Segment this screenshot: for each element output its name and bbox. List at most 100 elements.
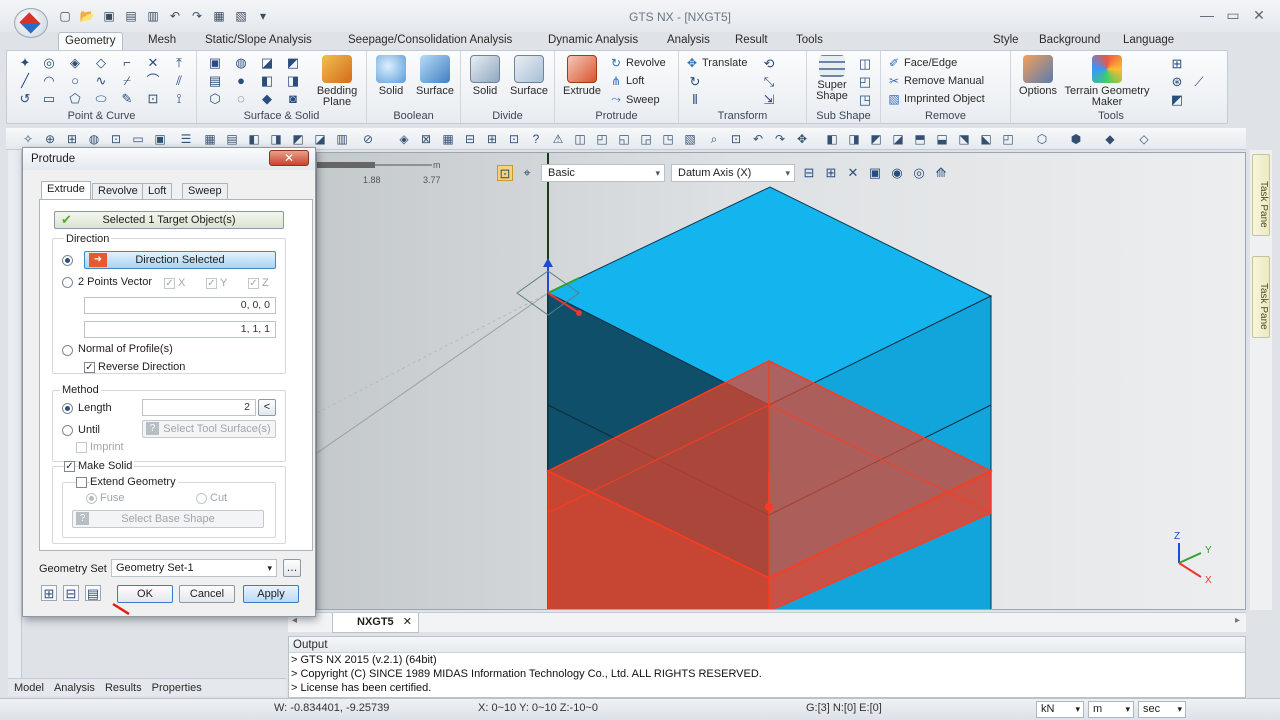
menu-language[interactable]: Language (1123, 34, 1174, 46)
display-cube-icon[interactable]: ⬡ (1034, 131, 1050, 147)
tab-mesh[interactable]: Mesh (142, 32, 182, 50)
menu-style[interactable]: Style (993, 34, 1019, 46)
tab-seepage-consolidation[interactable]: Seepage/Consolidation Analysis (342, 32, 518, 50)
tb-icon-8[interactable]: ☰ (178, 131, 194, 147)
make-solid-checkbox[interactable]: ✓ (64, 461, 75, 472)
tab-scroll-right-icon[interactable]: ▸ (1235, 615, 1240, 626)
extend-icon[interactable]: ⤒ (171, 55, 187, 71)
tab-properties[interactable]: Properties (152, 679, 202, 696)
zoom-window-icon[interactable]: ⊡ (728, 131, 744, 147)
intersect-icon[interactable]: ✕ (145, 55, 161, 71)
imprint-checkbox[interactable] (76, 442, 87, 453)
mirror-icon[interactable]: ↻ (687, 74, 703, 90)
until-radio[interactable] (62, 425, 73, 436)
help-icon[interactable]: ? (528, 131, 544, 147)
arc-icon[interactable]: ◠ (41, 73, 57, 89)
maximize-button[interactable]: ▭ (1222, 6, 1244, 24)
import-icon[interactable]: ▥ (144, 8, 162, 24)
qat-dropdown-icon[interactable]: ▾ (254, 8, 272, 24)
extrude-button[interactable]: Extrude (559, 55, 605, 97)
spline-icon[interactable]: ∿ (93, 73, 109, 89)
cut-radio[interactable] (196, 493, 207, 504)
line-icon[interactable]: ╱ (17, 73, 33, 89)
display-mode-icon[interactable]: ⬢ (1068, 131, 1084, 147)
length-input[interactable]: 2 (142, 399, 256, 416)
vp-icon-2[interactable]: ⊞ (823, 165, 839, 181)
ellipse-icon[interactable]: ⬭ (93, 91, 109, 107)
view-iso3-icon[interactable]: ◰ (1000, 131, 1016, 147)
vector-point-1-input[interactable]: 0, 0, 0 (84, 297, 276, 314)
view-iso2-icon[interactable]: ⬕ (978, 131, 994, 147)
divide-solid-button[interactable]: Solid (465, 55, 505, 97)
tools-icon-1[interactable]: ⊞ (1169, 56, 1185, 72)
bedding-plane-button[interactable]: Bedding Plane (311, 55, 363, 108)
imprinted-object-button[interactable]: ▧ Imprinted Object (887, 92, 984, 106)
cone-icon[interactable]: ▤ (207, 73, 223, 89)
tb-icon-4[interactable]: ◍ (86, 131, 102, 147)
view-bottom-icon[interactable]: ⬓ (934, 131, 950, 147)
sketch-icon[interactable]: ✎ (119, 91, 135, 107)
rectangle-icon[interactable]: ▭ (41, 91, 57, 107)
vp-icon-1[interactable]: ⊟ (801, 165, 817, 181)
polyline-icon[interactable]: ◈ (67, 55, 83, 71)
sub-shape-icon[interactable]: ◫ (857, 56, 873, 72)
vector-point-2-input[interactable]: 1, 1, 1 (84, 321, 276, 338)
boolean-solid-button[interactable]: Solid (371, 55, 411, 97)
geometry-set-more-button[interactable]: … (283, 559, 301, 577)
loft-button[interactable]: ⋔ Loft (609, 74, 644, 88)
direction-radio[interactable] (62, 255, 73, 266)
unit-force-select[interactable]: kN (1036, 701, 1084, 718)
qat-btn2-icon[interactable]: ▧ (232, 8, 250, 24)
tab-geometry[interactable]: Geometry (58, 32, 123, 52)
scale-icon[interactable]: ⤡ (761, 74, 777, 90)
face-edge-button[interactable]: ✐ Face/Edge (887, 56, 957, 70)
select-icon[interactable]: ✧ (20, 131, 36, 147)
sub-shape2-icon[interactable]: ◰ (857, 74, 873, 90)
dialog-tab-loft[interactable]: Loft (142, 183, 173, 199)
plane-icon[interactable]: ◪ (259, 55, 275, 71)
tab-result[interactable]: Result (729, 32, 774, 50)
tab-dynamic-analysis[interactable]: Dynamic Analysis (542, 32, 644, 50)
diamond-icon[interactable]: ◇ (93, 55, 109, 71)
minimize-button[interactable]: — (1196, 6, 1218, 24)
dialog-tool-icon-3[interactable]: ▤ (85, 585, 101, 601)
direction-selected-button[interactable]: ➜ Direction Selected (84, 251, 276, 269)
display-wire-icon[interactable]: ◇ (1136, 131, 1152, 147)
new-file-icon[interactable]: ▢ (56, 8, 74, 24)
polygon-icon[interactable]: ⬠ (67, 91, 83, 107)
qat-btn-icon[interactable]: ▦ (210, 8, 228, 24)
tab-results[interactable]: Results (105, 679, 142, 696)
tb-icon-27[interactable]: ◱ (616, 131, 632, 147)
tab-static-slope-analysis[interactable]: Static/Slope Analysis (199, 32, 318, 50)
torus-icon[interactable]: ◌ (233, 91, 249, 107)
dialog-tab-sweep[interactable]: Sweep (182, 183, 228, 199)
unit-length-select[interactable]: m (1088, 701, 1134, 718)
surface-icon[interactable]: ◩ (285, 55, 301, 71)
tb-icon-17[interactable]: ◈ (396, 131, 412, 147)
tools-icon-3[interactable]: ◩ (1169, 92, 1185, 108)
tb-icon-15[interactable]: ▥ (334, 131, 350, 147)
patch-icon[interactable]: ◙ (285, 91, 301, 107)
trim-icon[interactable]: ⌿ (119, 73, 135, 89)
sweep-button[interactable]: ⤳ Sweep (609, 92, 659, 107)
tb-icon-24[interactable]: ⚠ (550, 131, 566, 147)
tb-icon-28[interactable]: ◲ (638, 131, 654, 147)
remove-manual-button[interactable]: ✂ Remove Manual (887, 74, 984, 88)
tb-icon-6[interactable]: ▭ (130, 131, 146, 147)
open-folder-icon[interactable]: 📂 (78, 8, 96, 24)
tb-icon-12[interactable]: ◨ (268, 131, 284, 147)
offset-icon[interactable]: ⫽ (171, 73, 187, 89)
tb-icon-18[interactable]: ⊠ (418, 131, 434, 147)
tb-icon-29[interactable]: ◳ (660, 131, 676, 147)
display-shaded-icon[interactable]: ◆ (1102, 131, 1118, 147)
display-mode-select[interactable]: Basic (541, 164, 665, 182)
datum-select[interactable]: Datum Axis (X) (671, 164, 795, 182)
dialog-close-button[interactable]: ✕ (269, 150, 309, 166)
tb-icon-7[interactable]: ▣ (152, 131, 168, 147)
tb-icon-21[interactable]: ⊞ (484, 131, 500, 147)
tb-icon-3[interactable]: ⊞ (64, 131, 80, 147)
redo-icon[interactable]: ↷ (188, 8, 206, 24)
cylinder-icon[interactable]: ◍ (233, 55, 249, 71)
sub-shape3-icon[interactable]: ◳ (857, 92, 873, 108)
tb-icon-20[interactable]: ⊟ (462, 131, 478, 147)
